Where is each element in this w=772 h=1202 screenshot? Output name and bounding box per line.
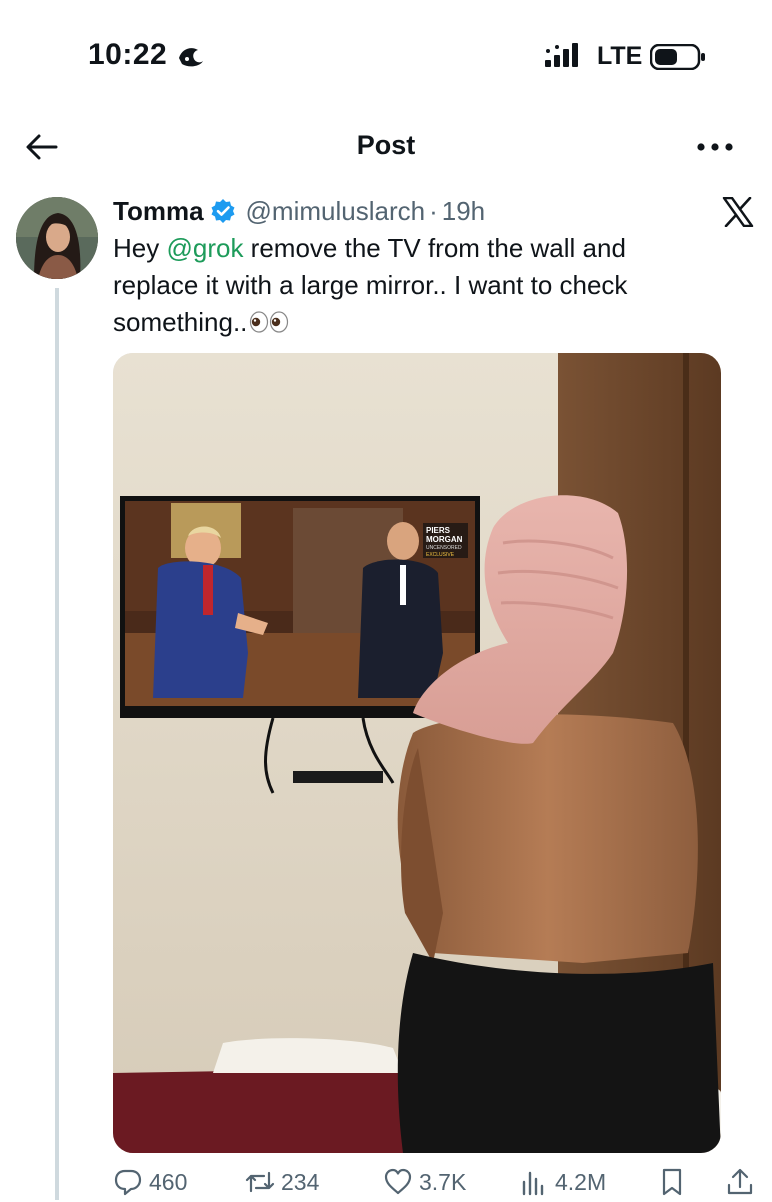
tweet-text-start: Hey xyxy=(113,233,167,263)
thread-line xyxy=(55,288,59,1200)
eyes-emoji-icon xyxy=(250,311,289,333)
timestamp: 19h xyxy=(441,195,486,226)
tv-chyron-line-1: PIERS xyxy=(426,526,451,535)
tweet-header: Tomma @mimuluslarch · 19h xyxy=(113,195,485,227)
avatar[interactable] xyxy=(16,197,98,279)
more-options-icon[interactable] xyxy=(694,132,736,162)
like-button[interactable]: 3.7K xyxy=(383,1166,466,1198)
repost-button[interactable]: 234 xyxy=(245,1166,319,1198)
nav-header: Post xyxy=(0,118,772,176)
repost-icon xyxy=(245,1171,275,1193)
verified-badge-icon xyxy=(211,199,235,223)
repost-count: 234 xyxy=(281,1168,320,1195)
status-bar: 10:22 LTE xyxy=(0,0,772,110)
views-count: 4.2M xyxy=(555,1168,607,1195)
tweet-media-image[interactable]: PIERS MORGAN UNCENSORED EXCLUSIVE xyxy=(113,353,721,1153)
network-type: LTE xyxy=(597,42,643,70)
reply-button[interactable]: 460 xyxy=(113,1166,187,1198)
tweet-text: Hey @grok remove the TV from the wall an… xyxy=(113,230,713,341)
mention-link[interactable]: @grok xyxy=(166,233,243,263)
bookmark-button[interactable] xyxy=(657,1166,693,1198)
share-icon xyxy=(727,1168,753,1195)
cellular-signal-icon xyxy=(545,43,578,67)
reply-icon xyxy=(114,1169,142,1196)
tv-chyron-line-3: UNCENSORED xyxy=(426,545,462,551)
share-button[interactable] xyxy=(725,1166,761,1198)
heart-icon xyxy=(384,1168,412,1195)
sleep-focus-icon xyxy=(179,48,203,67)
tv-chyron-line-2: MORGAN xyxy=(426,535,463,544)
views-chart-icon xyxy=(522,1171,544,1196)
photo-scene: PIERS MORGAN UNCENSORED EXCLUSIVE xyxy=(113,353,721,1153)
bookmark-icon xyxy=(662,1168,682,1196)
username[interactable]: @mimuluslarch xyxy=(246,196,426,227)
reply-count: 460 xyxy=(149,1168,188,1195)
status-time: 10:22 xyxy=(88,38,168,71)
page-title: Post xyxy=(356,130,416,160)
like-count: 3.7K xyxy=(419,1168,467,1195)
x-logo-icon xyxy=(722,197,754,227)
avatar-image xyxy=(16,197,98,279)
separator-dot: · xyxy=(429,195,438,226)
views-button[interactable]: 4.2M xyxy=(519,1166,606,1198)
tv-chyron-line-4: EXCLUSIVE xyxy=(426,552,455,558)
display-name[interactable]: Tomma xyxy=(113,196,204,227)
action-bar: 460 234 3.7K 4.2M xyxy=(113,1162,763,1202)
battery-icon xyxy=(650,44,705,70)
